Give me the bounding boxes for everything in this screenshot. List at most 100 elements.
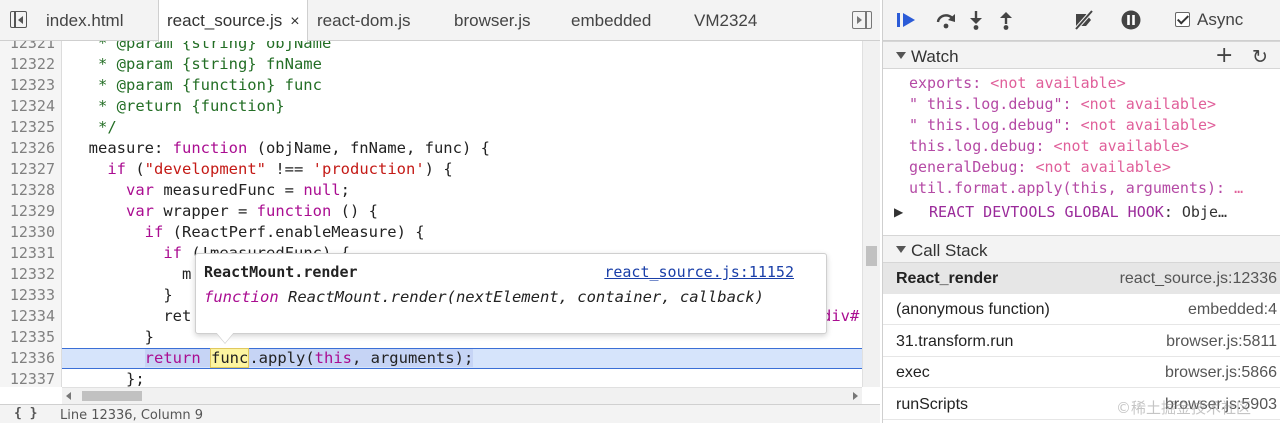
- debugger-sidebar: Async Watch + ↻ exports: <not available>…: [882, 0, 1280, 423]
- step-over-icon[interactable]: [935, 9, 957, 31]
- code-line-tail: div#: [822, 307, 860, 325]
- line-number[interactable]: 12330: [0, 222, 55, 243]
- watch-name: this.log.debug: [909, 137, 1036, 155]
- line-number[interactable]: 12325: [0, 117, 55, 138]
- watch-expression[interactable]: this.log.debug: <not available>: [909, 136, 1189, 157]
- step-into-icon[interactable]: [965, 9, 987, 31]
- call-frame[interactable]: (anonymous function) embedded:4: [883, 294, 1280, 325]
- function-popover: ReactMount.render react_source.js:11152 …: [195, 253, 827, 334]
- line-number[interactable]: 12334: [0, 306, 55, 327]
- code-line: * @param {string} objName: [70, 41, 332, 52]
- call-frame[interactable]: exec browser.js:5866: [883, 357, 1280, 388]
- watch-section-header[interactable]: Watch + ↻: [883, 41, 1280, 69]
- debugger-toolbar: Async: [883, 0, 1280, 41]
- pause-on-exceptions-icon[interactable]: [1120, 9, 1142, 31]
- popover-source-link[interactable]: react_source.js:11152: [604, 263, 794, 281]
- watch-expression[interactable]: exports: <not available>: [909, 73, 1126, 94]
- refresh-icon[interactable]: ↻: [1252, 46, 1268, 68]
- line-number[interactable]: 12335: [0, 327, 55, 348]
- code-line: * @param {function} func: [70, 76, 322, 94]
- toggle-debugger-sidebar-icon[interactable]: [852, 10, 872, 29]
- expand-triangle-icon[interactable]: [896, 246, 906, 253]
- watch-title: Watch: [911, 47, 959, 66]
- watch-value: …: [1234, 179, 1244, 197]
- toggle-navigator-icon[interactable]: [10, 10, 27, 28]
- watch-name: generalDebug: [909, 158, 1018, 176]
- scroll-right-icon[interactable]: [853, 392, 858, 400]
- line-number[interactable]: 12328: [0, 180, 55, 201]
- editor-vertical-scrollbar[interactable]: [862, 41, 880, 387]
- scroll-left-icon[interactable]: [66, 392, 71, 400]
- scrollbar-thumb[interactable]: [866, 246, 877, 266]
- tab-label: react-dom.js: [317, 11, 411, 30]
- watch-name: " this.log.debug": [909, 116, 1063, 134]
- pretty-print-icon[interactable]: { }: [14, 406, 37, 421]
- line-number[interactable]: 12323: [0, 75, 55, 96]
- tab-label: react_source.js: [167, 11, 283, 30]
- watch-expression[interactable]: generalDebug: <not available>: [909, 157, 1171, 178]
- resume-icon[interactable]: [895, 9, 917, 31]
- line-number[interactable]: 12321: [0, 41, 55, 54]
- tab-label: browser.js: [454, 11, 531, 30]
- watch-expression[interactable]: " this.log.debug": <not available>: [909, 94, 1216, 115]
- tab-browser-js[interactable]: browser.js: [454, 0, 560, 41]
- code-line: };: [70, 370, 145, 387]
- async-checkbox[interactable]: [1175, 12, 1190, 27]
- code-line: var measuredFunc = null;: [126, 181, 350, 199]
- tab-label: embedded: [571, 11, 652, 30]
- code-line: */: [70, 118, 117, 136]
- watch-value: <not available>: [990, 74, 1126, 92]
- watch-name: util.format.apply(this, arguments): [909, 179, 1217, 197]
- call-frame-location[interactable]: browser.js:5866: [1165, 364, 1277, 382]
- tab-react-dom-js[interactable]: react-dom.js: [317, 0, 443, 41]
- step-out-icon[interactable]: [995, 9, 1017, 31]
- code-line: }: [70, 328, 154, 346]
- call-frame-location[interactable]: embedded:4: [1188, 301, 1277, 319]
- watch-expression[interactable]: REACT DEVTOOLS GLOBAL HOOK: Obje…: [929, 202, 1227, 223]
- line-number[interactable]: 12336: [0, 348, 55, 369]
- tab-vm2324[interactable]: VM2324: [694, 0, 784, 41]
- watermark: ©稀土掘金技术社区: [1116, 399, 1252, 417]
- sources-pane: index.html react_source.js × react-dom.js…: [0, 0, 880, 423]
- callstack-section-header[interactable]: Call Stack: [883, 235, 1280, 263]
- popover-signature: function ReactMount.render(nextElement, …: [204, 288, 764, 306]
- line-number[interactable]: 12337: [0, 369, 55, 387]
- call-frame[interactable]: 31.transform.run browser.js:5811: [883, 326, 1280, 357]
- line-number[interactable]: 12322: [0, 54, 55, 75]
- cursor-position: Line 12336, Column 9: [60, 408, 204, 423]
- call-frame-location[interactable]: react_source.js:12336: [1120, 270, 1277, 288]
- expand-object-icon[interactable]: ▶: [894, 205, 903, 219]
- line-number-gutter[interactable]: 12321 12322 12323 12324 12325 12326 1232…: [0, 41, 62, 387]
- expand-triangle-icon[interactable]: [896, 52, 906, 59]
- line-number[interactable]: 12329: [0, 201, 55, 222]
- tab-label: index.html: [46, 11, 124, 30]
- code-line: if (ReactPerf.enableMeasure) {: [144, 223, 425, 241]
- execution-line[interactable]: return func.apply(this, arguments);: [62, 348, 862, 369]
- tab-index-html[interactable]: index.html: [36, 0, 158, 41]
- code-line: * @param {string} fnName: [70, 55, 322, 73]
- deactivate-breakpoints-icon[interactable]: [1073, 9, 1095, 31]
- code-editor[interactable]: 12321 12322 12323 12324 12325 12326 1232…: [0, 41, 862, 387]
- code-line: m: [70, 265, 192, 283]
- line-number[interactable]: 12327: [0, 159, 55, 180]
- call-frame[interactable]: React_render react_source.js:12336: [883, 263, 1280, 294]
- tab-embedded[interactable]: embedded: [571, 0, 681, 41]
- close-tab-icon[interactable]: ×: [290, 1, 299, 42]
- line-number[interactable]: 12326: [0, 138, 55, 159]
- watch-value: : Obje…: [1163, 203, 1228, 221]
- call-frame-function: 31.transform.run: [896, 333, 1014, 350]
- line-number[interactable]: 12324: [0, 96, 55, 117]
- scrollbar-thumb[interactable]: [82, 391, 142, 401]
- editor-horizontal-scrollbar[interactable]: [62, 387, 862, 404]
- add-watch-icon[interactable]: +: [1215, 45, 1233, 67]
- call-frame-location[interactable]: browser.js:5811: [1166, 333, 1277, 351]
- line-number[interactable]: 12333: [0, 285, 55, 306]
- call-frame-function: runScripts: [896, 396, 969, 413]
- line-number[interactable]: 12331: [0, 243, 55, 264]
- tab-react-source-js[interactable]: react_source.js ×: [158, 0, 308, 42]
- line-number[interactable]: 12332: [0, 264, 55, 285]
- watch-name: exports: [909, 74, 973, 92]
- watch-expression[interactable]: " this.log.debug": <not available>: [909, 115, 1216, 136]
- watch-expression[interactable]: util.format.apply(this, arguments): …: [909, 178, 1243, 199]
- code-line: ret: [70, 307, 192, 325]
